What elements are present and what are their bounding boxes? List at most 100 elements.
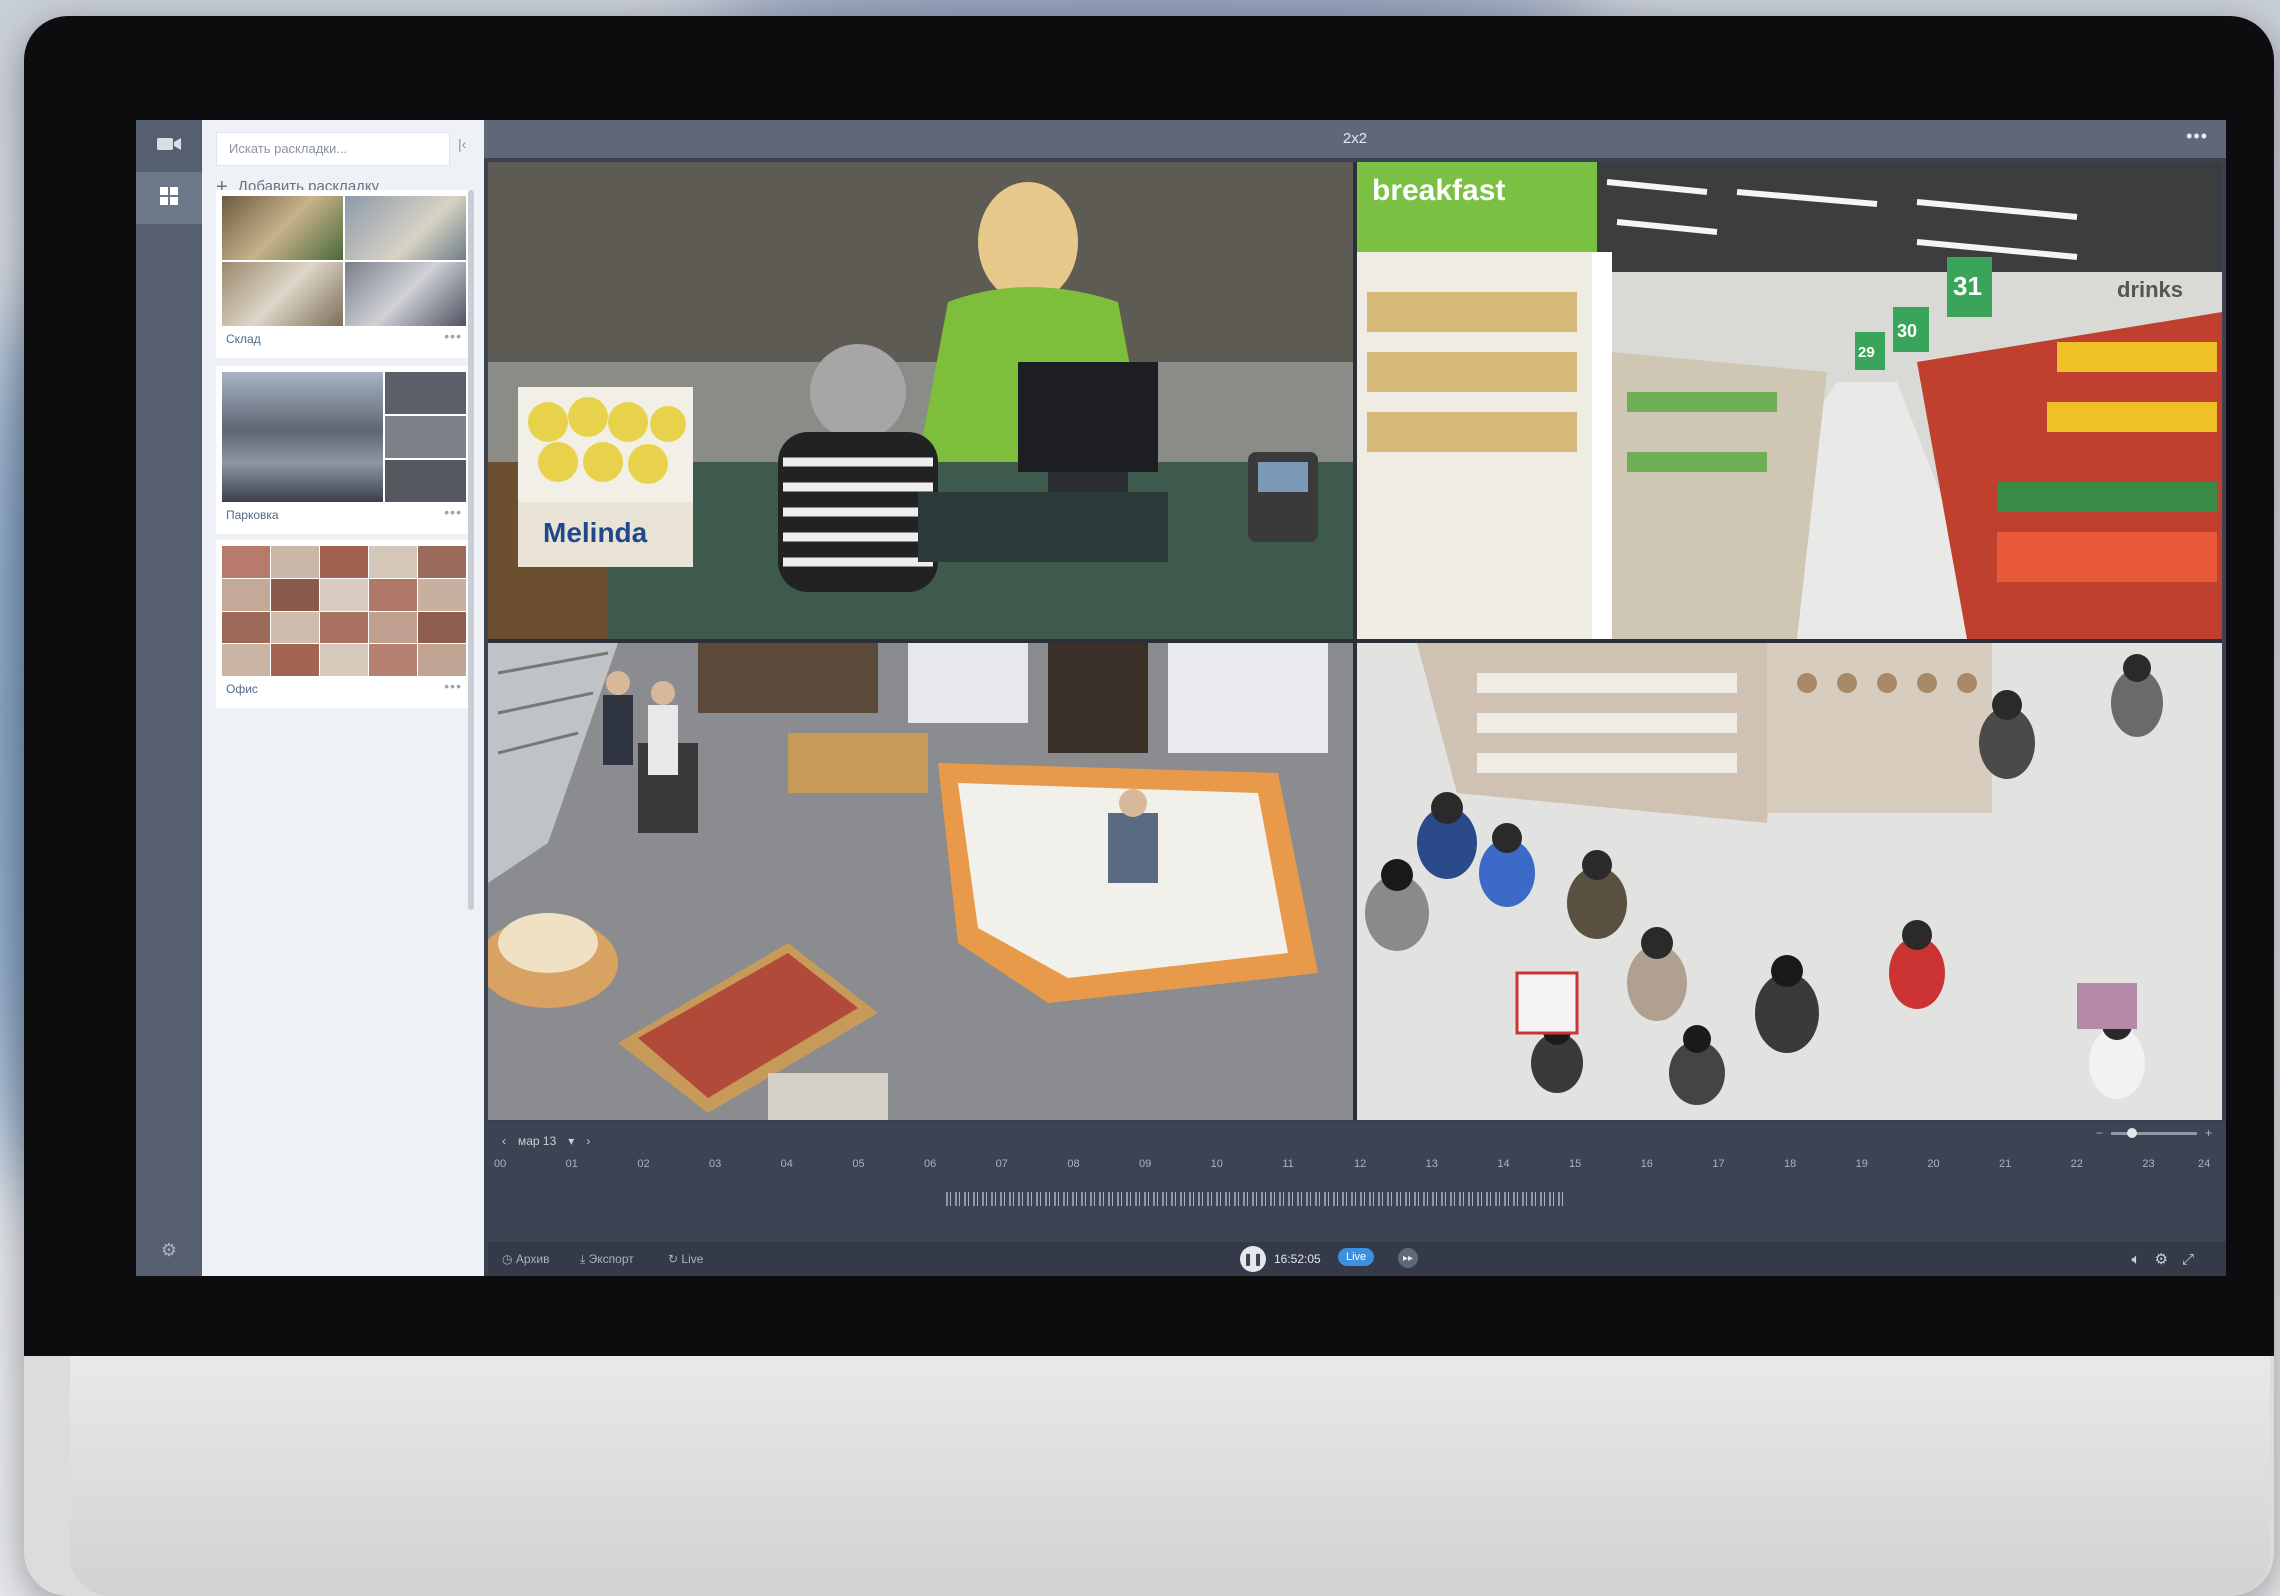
timeline-hour-label: 16 (1640, 1158, 1653, 1170)
layout-name: Парковка (226, 508, 279, 522)
camera-tile-checkout[interactable]: Melinda (488, 162, 1353, 639)
collapse-panel-icon[interactable]: |‹ (458, 136, 478, 160)
pause-button[interactable]: ❚❚ (1240, 1246, 1266, 1272)
live-button[interactable]: ↻ Live (668, 1252, 703, 1266)
layout-name: Офис (226, 682, 258, 696)
timeline-hour-label: 10 (1210, 1158, 1223, 1170)
camera-feed-checkout: Melinda (488, 162, 1353, 639)
more-options-button[interactable]: ••• (2186, 126, 2208, 147)
layouts-panel: Искать раскладки... |‹ + Добавить расклад… (202, 120, 484, 1276)
icon-rail: ⚙ (136, 120, 202, 1276)
live-label: Live (681, 1252, 704, 1266)
fullscreen-icon[interactable]: ⤢ (2182, 1251, 2208, 1268)
aisle-31-sign: 31 (1953, 271, 1982, 301)
timeline-hour-label: 18 (1784, 1158, 1797, 1170)
panel-scrollbar[interactable] (468, 190, 474, 910)
layout-thumbnail (222, 372, 466, 502)
monitor: ⚙ Искать раскладки... |‹ + Добавить раскл… (24, 16, 2274, 1596)
timeline-hour-label: 08 (1067, 1158, 1080, 1170)
aisle-30-sign: 30 (1897, 321, 1917, 341)
recording-track[interactable] (946, 1192, 1566, 1206)
monitor-chin (70, 1356, 2270, 1596)
layout-thumbnail (222, 546, 466, 676)
timeline-hour-label: 24 (2198, 1158, 2211, 1170)
prev-day-button[interactable]: ‹ (502, 1134, 506, 1148)
timeline-zoom[interactable]: − + (2096, 1126, 2212, 1140)
timeline-hour-label: 12 (1354, 1158, 1367, 1170)
settings-button[interactable]: ⚙ (136, 1224, 202, 1276)
volume-icon[interactable]: 🔈︎ (2132, 1251, 2155, 1268)
layout-card-ofis[interactable]: Офис ••• (216, 540, 472, 708)
download-icon: ⤓ (580, 1252, 586, 1266)
layout-name: Склад (226, 332, 261, 346)
timeline-hour-label: 23 (2142, 1158, 2155, 1170)
refresh-icon: ↻ (668, 1252, 679, 1266)
layout-thumbnail (222, 196, 466, 326)
search-input[interactable]: Искать раскладки... (216, 132, 450, 166)
breakfast-sign: breakfast (1372, 174, 1505, 207)
layout-card-sklad[interactable]: Склад ••• (216, 190, 472, 358)
camera-grid: Melinda breakfast 31 30 29 drinks (488, 162, 2222, 1120)
timeline-date-picker[interactable]: ‹ мар 13 ▾ › (502, 1134, 590, 1148)
pause-icon: ❚❚ (1242, 1252, 1264, 1266)
timeline-hour-label: 19 (1855, 1158, 1868, 1170)
timeline-date: мар 13 (518, 1134, 557, 1148)
timeline-hour-label: 03 (709, 1158, 722, 1170)
timeline-hour-label: 02 (637, 1158, 650, 1170)
layout-title: 2x2 (1342, 130, 1368, 147)
archive-button[interactable]: ◷ Архив (502, 1252, 549, 1266)
camera-feed-bookstore (488, 643, 1353, 1120)
drinks-sign: drinks (2117, 277, 2183, 302)
layout-menu-button[interactable]: ••• (444, 504, 462, 520)
timeline-hour-label: 06 (924, 1158, 937, 1170)
camera-tile-crowd[interactable] (1357, 643, 2222, 1120)
timeline-hour-label: 21 (1999, 1158, 2012, 1170)
playback-bar: ◷ Архив ⤓ Экспорт ↻ Live ❚❚ 16:52:05 Liv… (488, 1242, 2226, 1276)
gear-icon[interactable]: ⚙ (2155, 1251, 2182, 1268)
next-day-button[interactable]: › (586, 1134, 590, 1148)
timeline-hour-label: 00 (494, 1158, 507, 1170)
layout-title-bar: 2x2 ••• (484, 120, 2226, 158)
fast-forward-icon: ▸▸ (1402, 1252, 1414, 1264)
video-camera-icon (156, 135, 182, 158)
timeline-hour-label: 15 (1569, 1158, 1582, 1170)
layout-menu-button[interactable]: ••• (444, 678, 462, 694)
timeline-hour-label: 05 (852, 1158, 865, 1170)
timeline-hour-ruler[interactable]: 00 01 02 03 04 05 06 07 08 09 10 11 12 13 14 15 16 17 18 19… (494, 1158, 2214, 1182)
zoom-slider-knob[interactable] (2126, 1128, 2137, 1139)
aisle-29-sign: 29 (1858, 344, 1875, 361)
chevron-down-icon: ▾ (568, 1134, 575, 1148)
timeline-hour-label: 04 (780, 1158, 793, 1170)
playback-right-controls: 🔈︎⚙⤢ (2132, 1250, 2208, 1268)
camera-tile-supermarket[interactable]: breakfast 31 30 29 drinks (1357, 162, 2222, 639)
camera-tile-bookstore[interactable] (488, 643, 1353, 1120)
current-time: 16:52:05 (1274, 1252, 1321, 1266)
camera-feed-crowd (1357, 643, 2222, 1120)
archive-label: Архив (515, 1252, 550, 1266)
layout-card-parkovka[interactable]: Парковка ••• (216, 366, 472, 534)
layouts-tab[interactable] (136, 172, 202, 224)
zoom-in-button[interactable]: + (2205, 1126, 2212, 1140)
timeline-hour-label: 09 (1139, 1158, 1152, 1170)
timeline-hour-label: 01 (565, 1158, 578, 1170)
timeline-hour-label: 22 (2070, 1158, 2083, 1170)
camera-feed-supermarket: breakfast 31 30 29 drinks (1357, 162, 2222, 639)
cameras-tab[interactable] (136, 120, 202, 172)
zoom-slider[interactable] (2110, 1128, 2197, 1139)
export-button[interactable]: ⤓ Экспорт (580, 1252, 634, 1267)
zoom-out-button[interactable]: − (2096, 1126, 2103, 1140)
timeline-hour-label: 14 (1497, 1158, 1510, 1170)
fast-forward-button[interactable]: ▸▸ (1398, 1248, 1418, 1268)
export-label: Экспорт (588, 1252, 634, 1266)
timeline-panel: ‹ мар 13 ▾ › − + 00 01 02 03 04 05 06 07 08 09 10 11 12 1… (488, 1124, 2226, 1276)
timeline-hour-label: 17 (1712, 1158, 1725, 1170)
grid-icon (159, 186, 179, 211)
layout-menu-button[interactable]: ••• (444, 328, 462, 344)
clock-icon: ◷ (502, 1252, 513, 1266)
melinda-label: Melinda (543, 517, 648, 548)
timeline-hour-label: 11 (1282, 1158, 1294, 1170)
app-window: ⚙ Искать раскладки... |‹ + Добавить раскл… (136, 120, 2226, 1276)
live-badge[interactable]: Live (1338, 1248, 1375, 1266)
gear-icon: ⚙ (160, 1239, 178, 1260)
timeline-hour-label: 07 (995, 1158, 1008, 1170)
